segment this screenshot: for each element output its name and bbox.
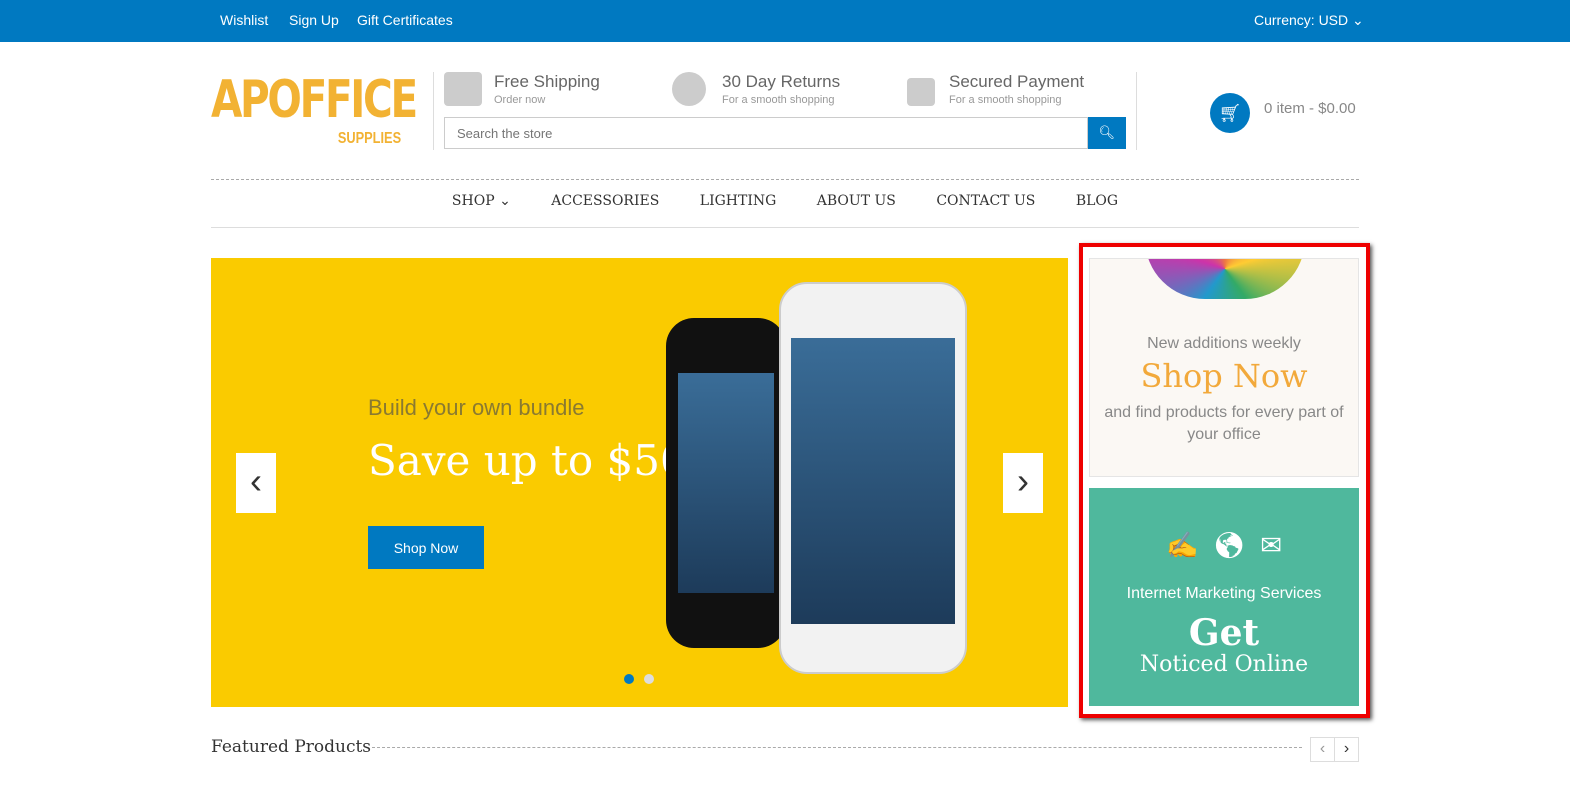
logo-subtext: SUPPLIES [337, 130, 401, 147]
feature-title: Free Shipping [494, 72, 600, 91]
sign-up-link[interactable]: Sign Up [289, 12, 339, 28]
nav-shop[interactable]: SHOP ⌄ [452, 193, 511, 209]
logo-text: APOFFICE [211, 70, 418, 130]
top-bar: Wishlist Sign Up Gift Certificates Curre… [0, 0, 1570, 42]
divider [433, 72, 434, 150]
feature-title: 30 Day Returns [722, 72, 841, 91]
nav-blog[interactable]: BLOG [1076, 193, 1118, 209]
banner-heading: Shop Now [1140, 357, 1308, 395]
feature-subtitle: For a smooth shopping [722, 94, 835, 106]
feature-subtitle: For a smooth shopping [949, 94, 1062, 106]
slide-dot-2[interactable] [644, 674, 654, 684]
feature-title: Secured Payment [949, 72, 1085, 91]
banner-text: Internet Marketing Services [1126, 585, 1322, 602]
cart-icon[interactable]: 🛒︎ [1210, 93, 1250, 133]
search-icon: 🔍︎ [1098, 125, 1116, 140]
divider [211, 227, 1359, 228]
featured-products-title: Featured Products [211, 737, 372, 757]
search-input[interactable] [444, 117, 1088, 149]
envelope-icon: ✉ [1260, 530, 1283, 560]
nav-lighting[interactable]: LIGHTING [700, 193, 777, 209]
nav-about-us[interactable]: ABOUT US [817, 193, 896, 209]
featured-next-button[interactable]: › [1334, 737, 1359, 762]
featured-prev-button[interactable]: ‹ [1310, 737, 1335, 762]
nav-contact-us[interactable]: CONTACT US [936, 193, 1035, 209]
truck-icon [444, 72, 482, 106]
hero-shop-now-button[interactable]: Shop Now [368, 526, 484, 569]
slider-prev-button[interactable]: ‹ [236, 453, 276, 513]
lock-icon [907, 78, 935, 106]
cart-summary[interactable]: 0 item - $0.00 [1264, 100, 1356, 117]
phone-image-black [666, 318, 786, 648]
main-nav: SHOP ⌄ ACCESSORIES LIGHTING ABOUT US CON… [211, 193, 1359, 209]
divider [211, 179, 1359, 180]
banner-heading: Noticed Online [1139, 652, 1309, 677]
banner-heading: Get [1188, 612, 1260, 654]
currency-selector[interactable]: Currency: USD ⌄ [1254, 12, 1364, 29]
globe-icon: 🌎︎ [1212, 530, 1246, 560]
pencils-image [1145, 259, 1305, 299]
divider [372, 747, 1302, 748]
gift-certificates-link[interactable]: Gift Certificates [357, 12, 453, 28]
hero-slider: Build your own bundle Save up to $50 Sho… [211, 258, 1068, 707]
hero-title: Save up to $50 [368, 436, 687, 485]
search-button[interactable]: 🔍︎ [1088, 117, 1126, 149]
logo[interactable]: APOFFICE SUPPLIES [211, 70, 418, 154]
pen-icon: ✍ [1165, 530, 1199, 560]
slide-dot-1[interactable] [624, 674, 634, 684]
hero-subtitle: Build your own bundle [368, 395, 585, 420]
banner-text: and find products for every part of your… [1104, 404, 1344, 443]
shop-now-banner[interactable]: New additions weekly Shop Now and find p… [1089, 258, 1359, 477]
wishlist-link[interactable]: Wishlist [220, 12, 268, 28]
phone-image-white [779, 282, 967, 674]
marketing-banner[interactable]: ✍ 🌎︎ ✉ Internet Marketing Services Get N… [1089, 488, 1359, 706]
divider [1136, 72, 1137, 150]
slider-next-button[interactable]: › [1003, 453, 1043, 513]
nav-accessories[interactable]: ACCESSORIES [551, 193, 659, 209]
feature-subtitle: Order now [494, 94, 546, 106]
coins-icon [672, 72, 706, 106]
banner-text: New additions weekly [1147, 335, 1301, 352]
